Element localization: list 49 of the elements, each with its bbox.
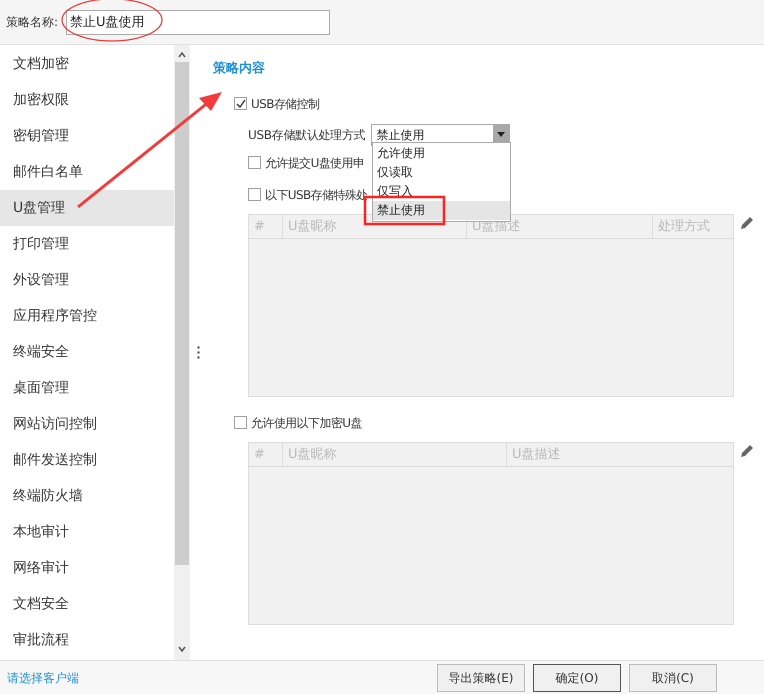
- usb-control-label: USB存储控制: [251, 96, 320, 112]
- footer-button[interactable]: 确定(O): [533, 664, 621, 692]
- sidebar-item[interactable]: 加密权限: [0, 82, 174, 118]
- column-header: #: [249, 214, 283, 238]
- policy-name-label: 策略名称:: [6, 14, 58, 31]
- sidebar-item[interactable]: 终端防火墙: [0, 478, 174, 514]
- checkbox[interactable]: [248, 188, 261, 201]
- dropdown-option[interactable]: 禁止使用: [373, 201, 510, 220]
- sidebar-item[interactable]: 文档安全: [0, 586, 174, 622]
- scroll-up-icon[interactable]: [177, 50, 187, 60]
- sidebar-item[interactable]: 打印管理: [0, 226, 174, 262]
- checkmark-icon: [236, 98, 246, 108]
- sidebar-item[interactable]: 邮件白名单: [0, 154, 174, 190]
- sidebar-item[interactable]: 桌面管理: [0, 370, 174, 406]
- option-label: 允许提交U盘使用申: [265, 154, 364, 172]
- option-label: 以下USB存储特殊处: [265, 186, 368, 204]
- sidebar-item[interactable]: 网络审计: [0, 550, 174, 586]
- column-header: 处理方式: [657, 218, 711, 236]
- dropdown-caret-icon: [497, 132, 506, 137]
- sidebar-item[interactable]: 网站访问控制: [0, 406, 174, 442]
- encrypted-label: 允许使用以下加密U盘: [251, 414, 362, 432]
- sidebar-item[interactable]: 外设管理: [0, 262, 174, 298]
- sidebar-item[interactable]: 密钥管理: [0, 118, 174, 154]
- dropdown-option[interactable]: 仅读取: [373, 163, 510, 182]
- column-header: U盘昵称: [283, 442, 507, 466]
- edit-pencil-icon[interactable]: [740, 216, 754, 230]
- sidebar-item[interactable]: 应用程序管控: [0, 298, 174, 334]
- edit-pencil-icon[interactable]: [740, 444, 754, 458]
- section-title: 策略内容: [213, 60, 266, 78]
- column-header: U盘描述: [511, 446, 562, 464]
- sidebar-item[interactable]: 文档加密: [0, 46, 174, 82]
- footer-button[interactable]: 取消(C): [629, 664, 717, 692]
- policy-name-field[interactable]: 禁止U盘使用: [66, 10, 330, 34]
- sidebar-item[interactable]: 本地审计: [0, 514, 174, 550]
- dropdown-option[interactable]: 允许使用: [373, 144, 510, 163]
- checkbox[interactable]: [248, 156, 261, 169]
- splitter-grip-icon[interactable]: [196, 346, 200, 359]
- checkbox[interactable]: [234, 97, 247, 110]
- dropdown-option[interactable]: 仅写入: [373, 182, 510, 201]
- sidebar-item[interactable]: 终端安全: [0, 334, 174, 370]
- sidebar-item[interactable]: U盘管理: [0, 190, 174, 226]
- sidebar-item[interactable]: 邮件发送控制: [0, 442, 174, 478]
- checkbox[interactable]: [234, 416, 247, 429]
- default-action-label: USB存储默认处理方式: [248, 126, 366, 144]
- scroll-down-icon[interactable]: [177, 644, 187, 654]
- sidebar-item[interactable]: 审批流程: [0, 622, 174, 658]
- column-header: #: [249, 442, 283, 466]
- footer-button[interactable]: 导出策略(E): [437, 664, 525, 692]
- scrollbar[interactable]: [174, 45, 190, 660]
